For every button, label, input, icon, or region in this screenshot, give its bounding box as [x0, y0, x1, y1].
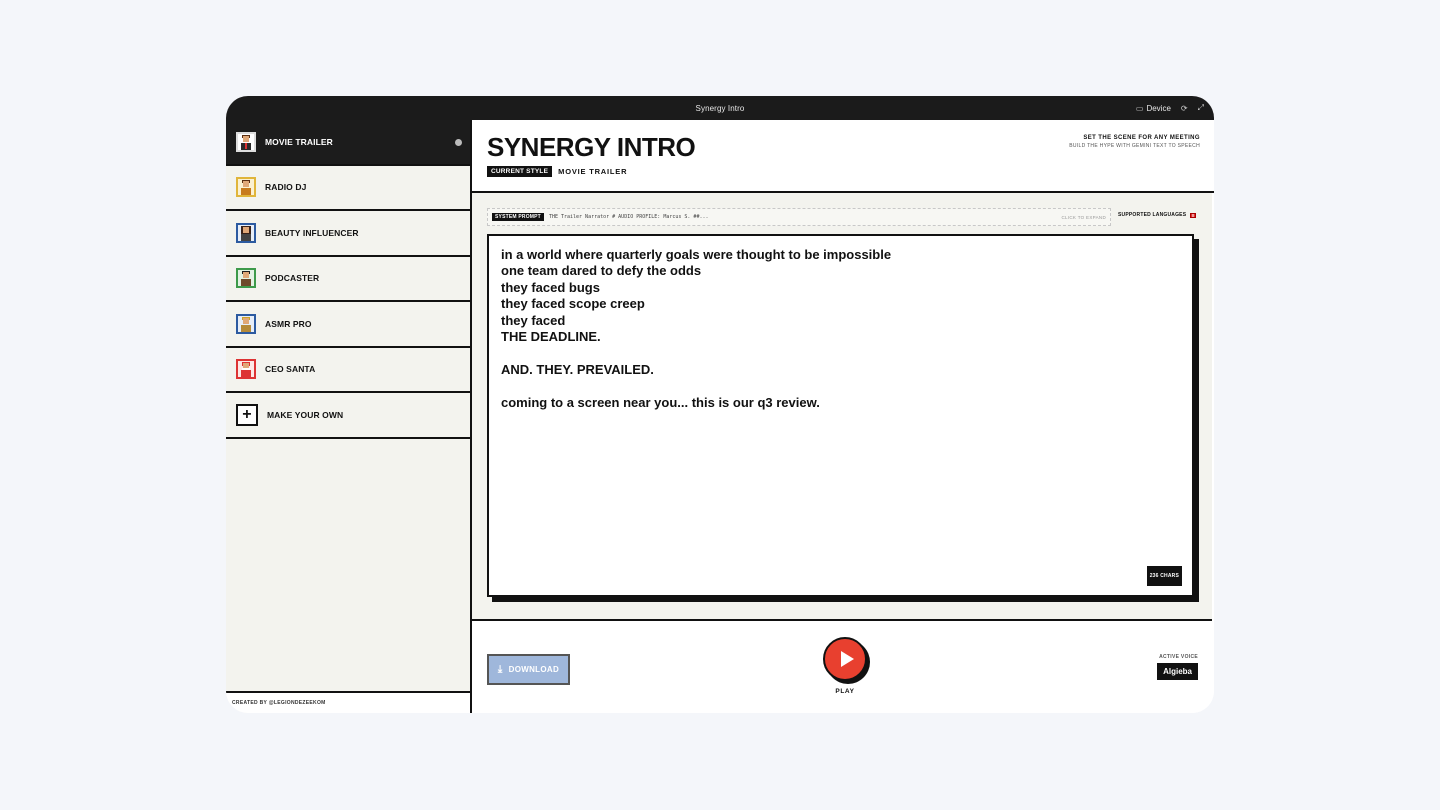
play-label: PLAY — [835, 688, 855, 695]
play-button[interactable] — [823, 637, 867, 681]
supported-languages-button[interactable]: SUPPORTED LANGUAGES — [1118, 212, 1197, 218]
script-line — [501, 345, 1180, 361]
sidebar-item-label: ASMR PRO — [265, 318, 312, 329]
script-line: THE DEADLINE. — [501, 329, 601, 345]
refresh-icon[interactable]: ⟳ — [1181, 104, 1188, 113]
sidebar-item-make-your-own[interactable]: + MAKE YOUR OWN — [226, 393, 470, 439]
tagline-primary: SET THE SCENE FOR ANY MEETING — [1083, 135, 1200, 141]
script-line: they faced — [501, 312, 566, 328]
supported-languages-label: SUPPORTED LANGUAGES — [1118, 212, 1187, 218]
system-prompt-badge: SYSTEM PROMPT — [492, 213, 544, 221]
script-line: one team dared to defy the odds — [501, 263, 702, 279]
controls-bar: ⤓ DOWNLOAD PLAY ACTIVE VOICE Algieba — [472, 623, 1212, 713]
page-title: SYNERGY INTRO — [487, 132, 696, 162]
ceo-santa-avatar-icon — [236, 359, 256, 380]
current-style-value: MOVIE TRAILER — [558, 167, 628, 176]
monitor-icon: ▭ — [1135, 103, 1144, 113]
sidebar-item-podcaster[interactable]: PODCASTER — [226, 257, 470, 302]
main-panel: SYNERGY INTRO CURRENT STYLE MOVIE TRAILE… — [472, 120, 1214, 713]
active-indicator-icon — [455, 139, 462, 146]
asmr-pro-avatar-icon — [236, 313, 256, 334]
podcaster-avatar-icon — [236, 268, 256, 289]
script-editor-wrap: in a world where quarterly goals were th… — [487, 234, 1199, 602]
sidebar-footer-credit: CREATED BY @LEGIONDEZEEKOM — [226, 691, 470, 713]
system-prompt-preview: THE Trailer Narrator # AUDIO PROFILE: Ma… — [548, 214, 709, 220]
download-icon: ⤓ — [497, 663, 503, 675]
tagline-secondary: BUILD THE HYPE WITH GEMINI TEXT TO SPEEC… — [1069, 143, 1200, 149]
script-line: in a world where quarterly goals were th… — [501, 247, 892, 262]
play-control: PLAY — [820, 637, 870, 695]
download-button[interactable]: ⤓ DOWNLOAD — [487, 654, 570, 685]
script-line — [501, 378, 1180, 394]
current-style-badge: CURRENT STYLE — [487, 166, 553, 177]
plus-icon: + — [236, 403, 258, 426]
sidebar-item-label: MOVIE TRAILER — [265, 136, 333, 147]
char-count-badge: 236 CHARS — [1146, 565, 1182, 586]
flag-icon — [1190, 212, 1197, 218]
click-to-expand-label: CLICK TO EXPAND — [1061, 214, 1106, 220]
script-line: they faced scope creep — [501, 296, 645, 312]
sidebar-item-ceo-santa[interactable]: CEO SANTA — [226, 348, 470, 393]
sidebar: MOVIE TRAILER RADIO DJ BEAUTY INFLUENCER… — [226, 120, 472, 713]
sidebar-item-label: MAKE YOUR OWN — [267, 409, 344, 420]
sidebar-item-label: BEAUTY INFLUENCER — [265, 227, 359, 238]
script-line: AND. THEY. PREVAILED. — [501, 361, 654, 377]
active-voice: ACTIVE VOICE Algieba — [1157, 654, 1198, 680]
movie-trailer-avatar-icon — [236, 131, 256, 152]
page-header: SYNERGY INTRO CURRENT STYLE MOVIE TRAILE… — [472, 120, 1214, 193]
sidebar-item-asmr-pro[interactable]: ASMR PRO — [226, 302, 470, 348]
active-voice-label: ACTIVE VOICE — [1159, 654, 1198, 660]
title-bar-controls: ▭ Device ⟳ ⤢ — [1136, 96, 1204, 120]
system-prompt-bar[interactable]: SYSTEM PROMPT THE Trailer Narrator # AUD… — [487, 208, 1111, 226]
download-label: DOWNLOAD — [508, 665, 560, 674]
active-voice-selector[interactable]: Algieba — [1157, 663, 1198, 680]
script-textarea[interactable]: in a world where quarterly goals were th… — [487, 234, 1194, 597]
fullscreen-icon[interactable]: ⤢ — [1198, 103, 1204, 113]
app-window: Synergy Intro ▭ Device ⟳ ⤢ MOVIE TRAILER… — [226, 96, 1214, 713]
beauty-influencer-avatar-icon — [236, 222, 256, 243]
sidebar-item-label: PODCASTER — [265, 273, 320, 284]
sidebar-item-beauty-influencer[interactable]: BEAUTY INFLUENCER — [226, 211, 470, 257]
current-style-row: CURRENT STYLE MOVIE TRAILER — [487, 166, 627, 177]
sidebar-item-label: RADIO DJ — [265, 182, 307, 193]
window-title: Synergy Intro — [695, 103, 745, 113]
device-button[interactable]: ▭ Device — [1136, 104, 1171, 113]
play-icon — [840, 651, 854, 667]
tagline: SET THE SCENE FOR ANY MEETING BUILD THE … — [1069, 135, 1200, 149]
app-body: MOVIE TRAILER RADIO DJ BEAUTY INFLUENCER… — [226, 120, 1214, 713]
script-line: coming to a screen near you... this is o… — [501, 394, 820, 410]
sidebar-item-label: CEO SANTA — [265, 364, 316, 375]
title-bar: Synergy Intro ▭ Device ⟳ ⤢ — [226, 96, 1214, 120]
sidebar-item-radio-dj[interactable]: RADIO DJ — [226, 166, 470, 211]
radio-dj-avatar-icon — [236, 177, 256, 198]
device-label: Device — [1146, 103, 1171, 113]
editor-area: SYSTEM PROMPT THE Trailer Narrator # AUD… — [472, 193, 1212, 621]
script-line: they faced bugs — [501, 279, 600, 295]
sidebar-item-movie-trailer[interactable]: MOVIE TRAILER — [226, 120, 470, 166]
